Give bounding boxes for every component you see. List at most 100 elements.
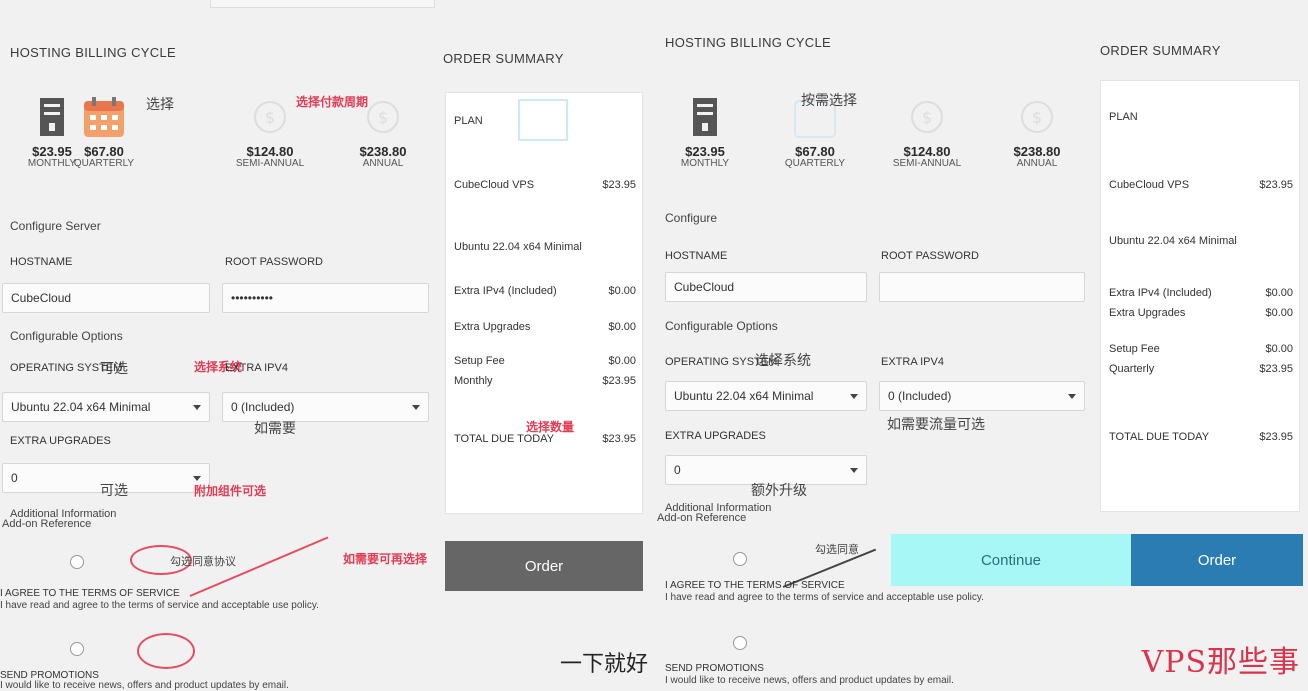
summary-item-upgrades: Extra Upgrades $0.00	[1109, 307, 1293, 319]
summary-cycle: Monthly $23.95	[454, 375, 636, 387]
hostname-input[interactable]: CubeCloud	[665, 272, 867, 302]
annotation-terms: 如需要可再选择	[343, 552, 428, 566]
billing-name: MONTHLY	[680, 158, 730, 169]
configure-title: Configure	[665, 211, 718, 225]
options-title: Configurable Options	[665, 319, 778, 333]
order-button[interactable]: Order	[1131, 534, 1303, 586]
summary-setup-fee: Setup Fee $0.00	[1109, 343, 1293, 355]
os-select-value: Ubuntu 22.04 x64 Minimal	[674, 389, 814, 403]
dollar-icon: $	[905, 95, 949, 139]
billing-price: $67.80	[795, 144, 835, 159]
terms-cjk: 勾选同意	[815, 544, 859, 556]
terms-title: I AGREE TO THE TERMS OF SERVICE	[0, 588, 180, 599]
summary-product: CubeCloud VPS $23.95	[1109, 179, 1293, 191]
cjk-label: 选择系统	[755, 352, 811, 368]
chevron-down-icon	[193, 404, 201, 410]
upgrade-select-value: 0	[674, 463, 681, 477]
ipv4-label: EXTRA IPV4	[225, 362, 288, 374]
server-icon	[683, 95, 727, 139]
promotions-text: I would like to receive news, offers and…	[665, 675, 954, 686]
promotions-checkbox[interactable]	[733, 636, 747, 650]
summary-plan-label: PLAN	[1109, 111, 1138, 123]
summary-total: TOTAL DUE TODAY $23.95	[1109, 431, 1293, 443]
billing-option-quarterly[interactable]: $67.80 QUARTERLY	[64, 95, 144, 169]
order-button[interactable]: Order	[445, 541, 643, 591]
billing-cycle-title: HOSTING BILLING CYCLE	[10, 45, 176, 60]
billing-price: $124.80	[903, 144, 951, 159]
os-select[interactable]: Ubuntu 22.04 x64 Minimal	[665, 381, 867, 411]
billing-name: QUARTERLY	[784, 158, 846, 169]
chevron-down-icon	[1068, 393, 1076, 399]
svg-text:$: $	[378, 108, 388, 127]
cjk-label: 可选	[100, 482, 128, 498]
billing-option-monthly[interactable]: $23.95 MONTHLY	[665, 95, 745, 169]
order-summary: PLAN CubeCloud VPS $23.95 Ubuntu 22.04 x6…	[445, 92, 643, 514]
billing-price: $238.80	[1013, 144, 1061, 159]
chevron-down-icon	[193, 475, 201, 481]
billing-name: ANNUAL	[1016, 158, 1058, 169]
annotation-addon: 附加组件可选	[194, 484, 267, 498]
dollar-icon: $	[1015, 95, 1059, 139]
server-icon	[518, 99, 568, 141]
options-title: Configurable Options	[10, 329, 123, 343]
svg-text:$: $	[265, 108, 275, 127]
billing-name: SEMI-ANNUAL	[892, 158, 962, 169]
annotation-cycle: 选择付款周期	[296, 95, 369, 109]
right-panel: HOSTING BILLING CYCLE $23.95 MONTHLY $67…	[655, 0, 1308, 691]
summary-product: CubeCloud VPS $23.95	[454, 179, 636, 191]
cjk-label: 按需选择	[801, 92, 857, 108]
dollar-icon: $	[248, 95, 292, 139]
promotions-text: I would like to receive news, offers and…	[0, 680, 289, 691]
hostname-label: HOSTNAME	[665, 250, 728, 262]
billing-price: $23.95	[685, 144, 725, 159]
continue-button[interactable]: Continue	[891, 534, 1131, 586]
terms-checkbox[interactable]	[733, 552, 747, 566]
ipv4-select-value: 0 (Included)	[231, 400, 295, 414]
billing-option-annual[interactable]: $ $238.80 ANNUAL	[997, 95, 1077, 169]
summary-cycle: Quarterly $23.95	[1109, 363, 1293, 375]
summary-item-ipv4: Extra IPv4 (Included) $0.00	[1109, 287, 1293, 299]
annotation-plan: 选择数量	[526, 420, 575, 434]
os-label: OPERATING SYSTEM	[10, 362, 123, 374]
billing-name: QUARTERLY	[73, 158, 135, 169]
cjk-label: 选择	[146, 96, 174, 112]
terms-checkbox[interactable]	[70, 555, 84, 569]
upgrade-label: EXTRA UPGRADES	[665, 430, 766, 442]
billing-name: ANNUAL	[362, 158, 404, 169]
watermark-logo: VPS那些事	[1141, 645, 1300, 680]
summary-item-ipv4: Extra IPv4 (Included) $0.00	[454, 285, 636, 297]
highlight-circle	[137, 633, 195, 669]
promotions-checkbox[interactable]	[70, 642, 84, 656]
os-select-value: Ubuntu 22.04 x64 Minimal	[11, 400, 151, 414]
terms-text: I have read and agree to the terms of se…	[665, 592, 984, 603]
password-input[interactable]	[879, 272, 1085, 302]
summary-item-upgrades: Extra Upgrades $0.00	[454, 321, 636, 333]
upgrade-select-value: 0	[11, 471, 18, 485]
cjk-label: 如需要流量可选	[887, 416, 985, 432]
footer-cjk: 一下就好	[560, 651, 649, 676]
summary-setup-fee: Setup Fee $0.00	[454, 355, 636, 367]
billing-option-semi-annual[interactable]: $ $124.80 SEMI-ANNUAL	[887, 95, 967, 169]
billing-name: SEMI-ANNUAL	[235, 158, 305, 169]
hostname-label: HOSTNAME	[10, 256, 73, 268]
ipv4-select[interactable]: 0 (Included)	[879, 381, 1085, 411]
os-select[interactable]: Ubuntu 22.04 x64 Minimal	[2, 392, 210, 422]
billing-cycle-title: HOSTING BILLING CYCLE	[665, 35, 831, 50]
svg-text:$: $	[922, 108, 932, 127]
summary-title: ORDER SUMMARY	[443, 51, 564, 66]
ipv4-label: EXTRA IPV4	[881, 356, 944, 368]
hostname-input[interactable]: CubeCloud	[2, 283, 210, 313]
cjk-label: 额外升级	[751, 482, 807, 498]
svg-text:$: $	[1032, 108, 1042, 127]
summary-item-os: Ubuntu 22.04 x64 Minimal	[1109, 235, 1237, 247]
chevron-down-icon	[850, 467, 858, 473]
chevron-down-icon	[850, 393, 858, 399]
password-input[interactable]: ••••••••••	[222, 283, 429, 313]
configure-title: Configure Server	[10, 219, 101, 233]
terms-text: I have read and agree to the terms of se…	[0, 600, 319, 611]
password-label: ROOT PASSWORD	[881, 250, 979, 262]
billing-price: $238.80	[359, 144, 407, 159]
chevron-down-icon	[412, 404, 420, 410]
addon-subtitle: Add-on Reference	[657, 512, 747, 524]
billing-price: $67.80	[84, 144, 124, 159]
